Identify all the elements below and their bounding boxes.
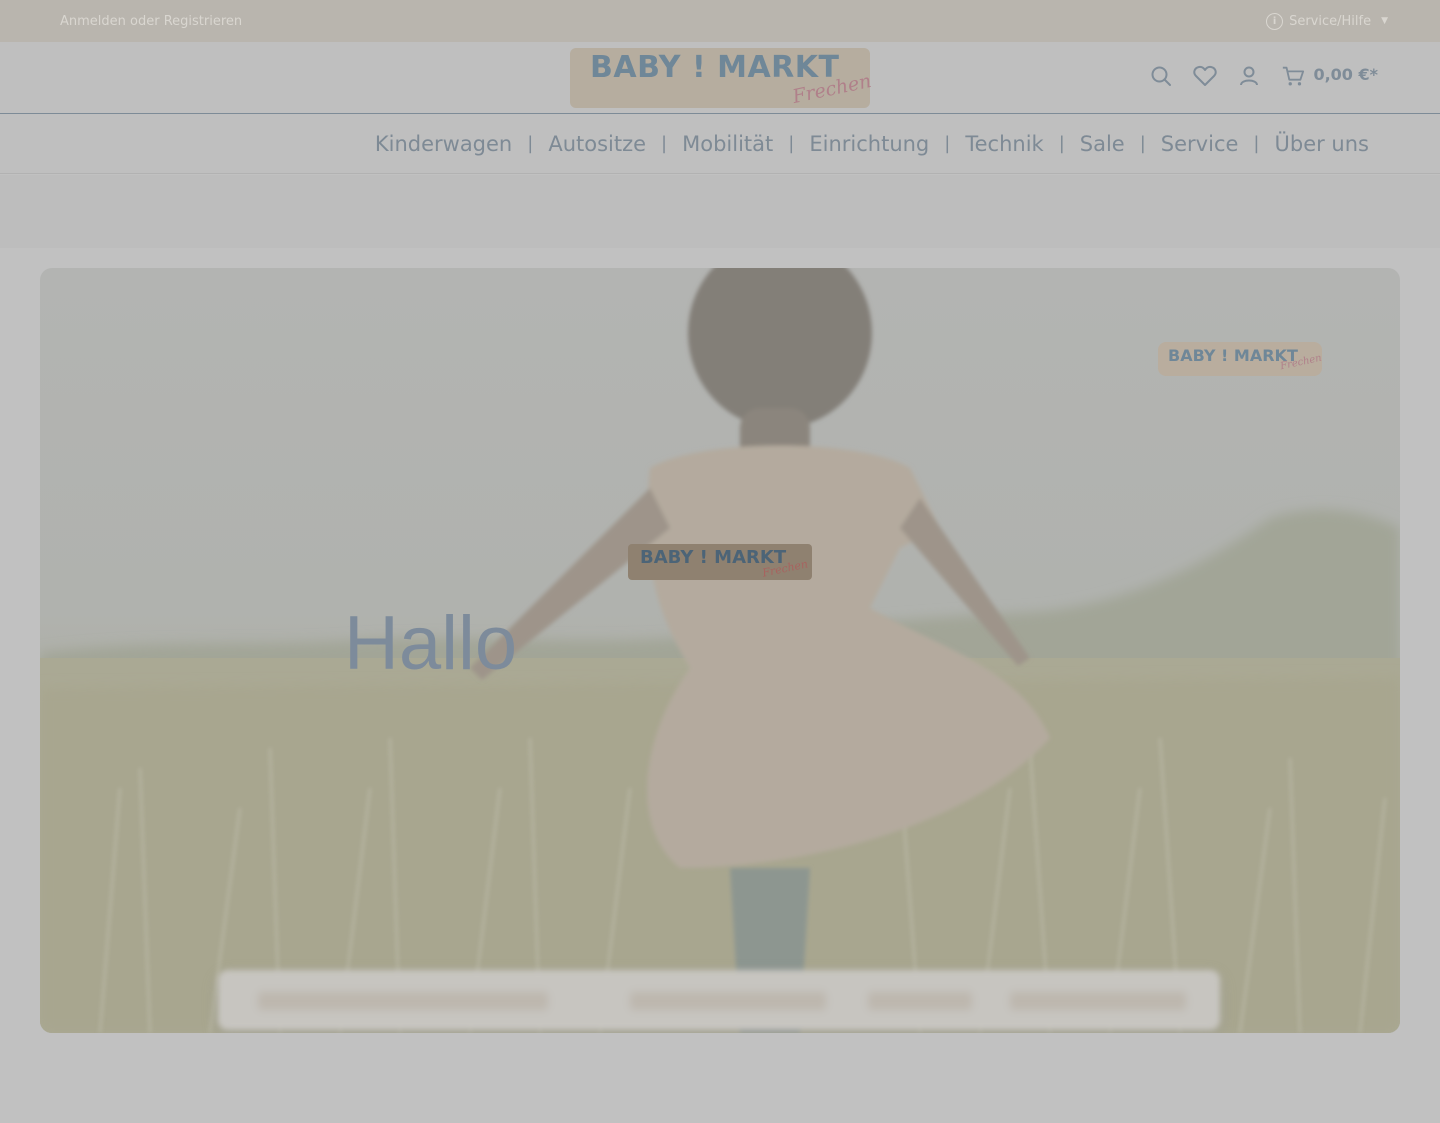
- nav-item-technik[interactable]: Technik: [965, 132, 1043, 156]
- blurred-text-block: [258, 992, 548, 1010]
- hero-background-image: [40, 268, 1400, 1033]
- service-help-label: Service/Hilfe: [1289, 13, 1372, 29]
- nav-separator: |: [661, 133, 668, 154]
- nav-separator: |: [944, 133, 951, 154]
- nav-separator: |: [1058, 133, 1065, 154]
- hero-logo-center-main: BABY ! MARKT: [640, 547, 787, 568]
- hero-greeting: Hallo: [344, 601, 518, 686]
- nav-separator: |: [788, 133, 795, 154]
- nav-item-autositze[interactable]: Autositze: [548, 132, 646, 156]
- store-logo[interactable]: BABY ! MARKT Frechen: [570, 48, 873, 108]
- header-spacer: [0, 175, 1440, 248]
- logo-main-text: BABY ! MARKT: [590, 50, 840, 85]
- cart-button[interactable]: 0,00 €*: [1281, 64, 1378, 88]
- caret-down-icon: ▼: [1381, 16, 1388, 26]
- blurred-button: [630, 992, 826, 1010]
- cart-icon: [1281, 64, 1305, 88]
- user-icon[interactable]: [1237, 64, 1261, 88]
- blurred-overlay-panel: [218, 970, 1220, 1030]
- nav-separator: |: [527, 133, 534, 154]
- nav-item-mobilitaet[interactable]: Mobilität: [682, 132, 773, 156]
- search-icon[interactable]: [1149, 64, 1173, 88]
- blurred-button: [1010, 992, 1186, 1010]
- heart-icon[interactable]: [1193, 64, 1218, 88]
- hero-logo-small: BABY ! MARKT Frechen: [1158, 342, 1323, 376]
- service-help-menu[interactable]: i Service/Hilfe ▼: [1266, 12, 1388, 30]
- nav-item-sale[interactable]: Sale: [1080, 132, 1125, 156]
- hero-logo-small-main: BABY ! MARKT: [1168, 346, 1298, 365]
- nav-item-ueber-uns[interactable]: Über uns: [1275, 132, 1370, 156]
- hero-logo-center: BABY ! MARKT Frechen: [628, 544, 812, 580]
- nav-separator: |: [1253, 133, 1260, 154]
- hero-banner: BABY ! MARKT Frechen BABY ! MARKT Freche…: [40, 268, 1400, 1033]
- main-nav: Kinderwagen | Autositze | Mobilität | Ei…: [0, 114, 1440, 174]
- nav-separator: |: [1139, 133, 1146, 154]
- login-register-link[interactable]: Anmelden oder Registrieren: [60, 14, 242, 29]
- site-header: BABY ! MARKT Frechen 0,00 €*: [0, 42, 1440, 114]
- nav-item-einrichtung[interactable]: Einrichtung: [809, 132, 929, 156]
- top-bar: Anmelden oder Registrieren i Service/Hil…: [0, 0, 1440, 42]
- nav-item-kinderwagen[interactable]: Kinderwagen: [375, 132, 512, 156]
- header-actions: 0,00 €*: [1149, 64, 1378, 88]
- blurred-button: [868, 992, 972, 1010]
- info-icon: i: [1266, 12, 1284, 30]
- cart-total: 0,00 €*: [1313, 64, 1378, 84]
- nav-item-service[interactable]: Service: [1161, 132, 1239, 156]
